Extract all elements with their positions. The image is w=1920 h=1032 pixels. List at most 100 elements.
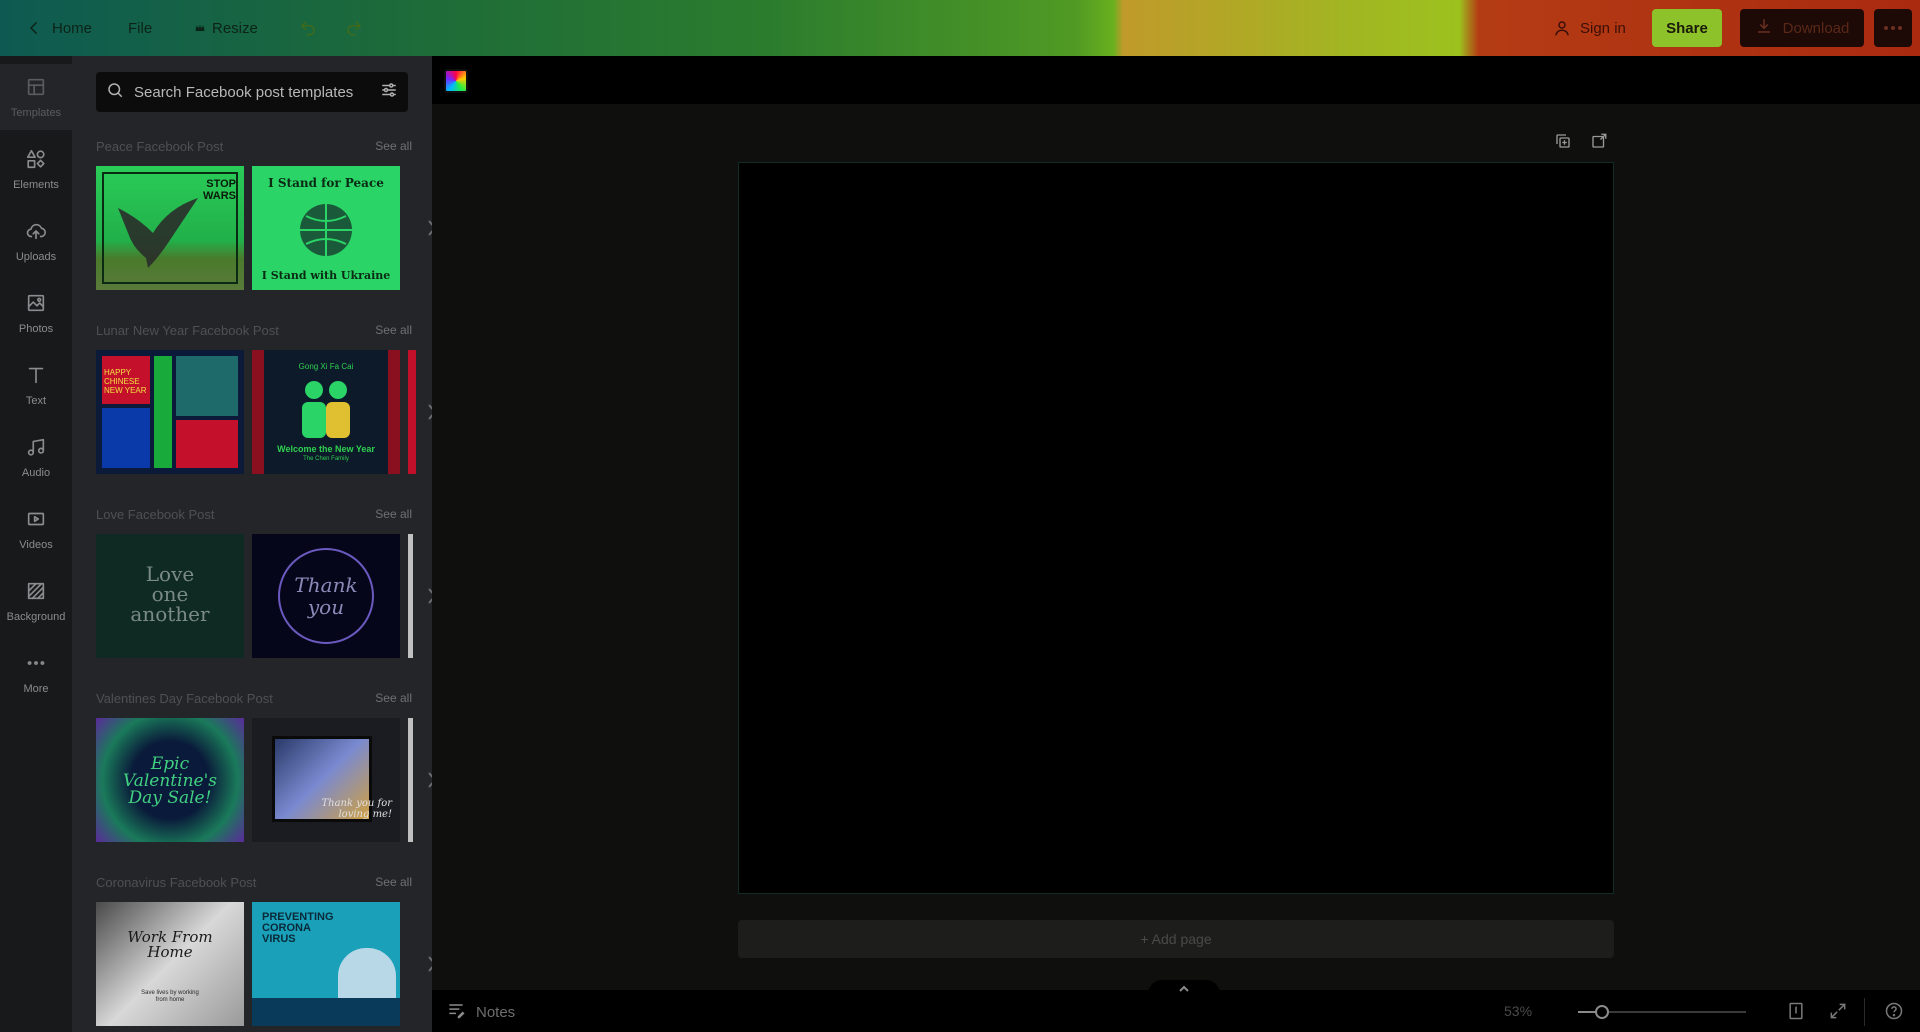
- home-label: Home: [52, 19, 93, 37]
- filter-icon[interactable]: [380, 81, 398, 104]
- thumb-text: I Stand for Peace: [268, 176, 384, 190]
- undo-button[interactable]: [294, 10, 322, 46]
- resize-button[interactable]: Resize: [182, 10, 270, 46]
- uploads-icon: [25, 220, 47, 245]
- rail-label: Templates: [10, 106, 62, 119]
- rail-item-templates[interactable]: Templates: [0, 64, 72, 130]
- template-thumbnail[interactable]: Work From Home Save lives by working fro…: [96, 902, 244, 1026]
- rail-item-more[interactable]: More: [0, 640, 72, 706]
- download-button[interactable]: Download: [1740, 9, 1864, 47]
- section-title: Coronavirus Facebook Post: [96, 874, 257, 890]
- template-section: Valentines Day Facebook Post See all Epi…: [96, 688, 432, 842]
- section-title: Valentines Day Facebook Post: [96, 690, 273, 706]
- chevron-left-icon: [24, 18, 44, 38]
- rail-item-uploads[interactable]: Uploads: [0, 208, 72, 274]
- thumb-text: HAPPY: [104, 368, 132, 377]
- rail-label: More: [23, 682, 49, 695]
- template-section: Peace Facebook Post See all STOP WARS I …: [96, 136, 432, 290]
- rail-label: Elements: [13, 178, 59, 191]
- see-all-link[interactable]: See all: [375, 323, 412, 337]
- design-canvas[interactable]: [738, 162, 1614, 894]
- template-section: Coronavirus Facebook Post See all Work F…: [96, 872, 432, 1026]
- thumb-text: Home: [147, 943, 193, 961]
- zoom-percentage[interactable]: 53%: [1504, 1003, 1532, 1019]
- show-pages-button[interactable]: [1148, 980, 1220, 994]
- rail-item-background[interactable]: Background: [0, 568, 72, 634]
- section-title: Love Facebook Post: [96, 506, 215, 522]
- thumb-text: Welcome the New Year: [277, 444, 375, 454]
- zoom-slider[interactable]: [1578, 1005, 1746, 1019]
- redo-icon: [344, 18, 364, 38]
- help-icon[interactable]: [1884, 1001, 1906, 1023]
- undo-icon: [298, 18, 318, 38]
- template-thumbnail[interactable]: STOP WARS: [96, 166, 244, 290]
- thumb-text: I Stand with Ukraine: [261, 269, 391, 282]
- template-section: Love Facebook Post See all Love one anot…: [96, 504, 432, 658]
- thumb-text: VIRUS: [262, 933, 296, 945]
- section-title: Lunar New Year Facebook Post: [96, 322, 279, 338]
- redo-button[interactable]: [340, 10, 368, 46]
- notes-icon: [446, 1000, 466, 1024]
- template-thumbnail[interactable]: Epic Valentine's Day Sale!: [96, 718, 244, 842]
- see-all-link[interactable]: See all: [375, 691, 412, 705]
- template-thumbnail[interactable]: Love one another: [96, 534, 244, 658]
- file-menu-button[interactable]: File: [116, 10, 164, 46]
- thumb-text: Thank you for: [321, 798, 392, 809]
- sign-in-label: Sign in: [1580, 19, 1626, 37]
- template-thumbnail[interactable]: Gong Xi Fa Cai Welcome the New Year The …: [252, 350, 400, 474]
- dove-icon: [118, 198, 198, 268]
- share-button[interactable]: Share: [1652, 9, 1722, 47]
- thumb-text: one: [151, 582, 189, 606]
- rail-item-text[interactable]: Text: [0, 352, 72, 418]
- rail-item-audio[interactable]: Audio: [0, 424, 72, 490]
- thumb-text: another: [130, 602, 210, 626]
- thumb-text: Gong Xi Fa Cai: [298, 362, 354, 371]
- search-input[interactable]: [134, 83, 370, 101]
- download-icon: [1755, 17, 1773, 39]
- rail-label: Photos: [18, 322, 54, 335]
- see-all-link[interactable]: See all: [375, 507, 412, 521]
- top-bar: Home File Resize Sign in Share Download: [0, 0, 1920, 56]
- page-count-icon[interactable]: [1786, 1001, 1808, 1023]
- more-options-button[interactable]: [1874, 9, 1912, 47]
- templates-panel: Peace Facebook Post See all STOP WARS I …: [72, 56, 432, 1032]
- see-all-link[interactable]: See all: [375, 875, 412, 889]
- template-thumbnail[interactable]: I Stand for Peace I Stand with Ukraine: [252, 166, 400, 290]
- section-title: Peace Facebook Post: [96, 138, 224, 154]
- user-icon: [1552, 18, 1572, 38]
- template-section: Lunar New Year Facebook Post See all HAP…: [96, 320, 432, 474]
- background-color-swatch[interactable]: [444, 69, 468, 93]
- thumb-text: Day Sale!: [128, 788, 212, 808]
- search-box: [96, 72, 408, 112]
- thumb-text: STOP: [206, 178, 236, 190]
- rail-item-elements[interactable]: Elements: [0, 136, 72, 202]
- thumb-text: WARS: [203, 190, 236, 202]
- sign-in-button[interactable]: Sign in: [1540, 10, 1638, 46]
- resize-label: Resize: [212, 19, 258, 37]
- zoom-slider-handle[interactable]: [1594, 1005, 1609, 1019]
- context-toolbar: [432, 56, 1920, 104]
- side-rail: Templates Elements Uploads Photos Text A…: [0, 56, 72, 1032]
- add-page-icon[interactable]: [1590, 132, 1612, 154]
- audio-icon: [25, 436, 47, 461]
- see-all-link[interactable]: See all: [375, 139, 412, 153]
- rail-item-photos[interactable]: Photos: [0, 280, 72, 346]
- template-thumbnail[interactable]: Thank you for loving me!: [252, 718, 400, 842]
- thumb-text: CHINESE: [104, 377, 140, 386]
- notes-button[interactable]: Notes: [446, 1000, 515, 1024]
- download-label: Download: [1782, 19, 1850, 37]
- thumb-text: Save lives by working: [141, 990, 199, 996]
- fullscreen-icon[interactable]: [1828, 1001, 1850, 1023]
- template-thumbnail[interactable]: PREVENTING CORONA VIRUS: [252, 902, 400, 1026]
- home-button[interactable]: Home: [12, 10, 104, 46]
- rail-label: Audio: [21, 466, 51, 479]
- duplicate-page-icon[interactable]: [1554, 132, 1576, 154]
- thumb-text: from home: [155, 997, 185, 1003]
- template-thumbnail[interactable]: HAPPY CHINESE NEW YEAR: [96, 350, 244, 474]
- thumb-text: Love: [145, 562, 195, 586]
- couple-illustration-icon: [302, 381, 350, 438]
- videos-icon: [25, 508, 47, 533]
- template-thumbnail[interactable]: Thank you: [252, 534, 400, 658]
- rail-item-videos[interactable]: Videos: [0, 496, 72, 562]
- add-page-button[interactable]: + Add page: [738, 920, 1614, 958]
